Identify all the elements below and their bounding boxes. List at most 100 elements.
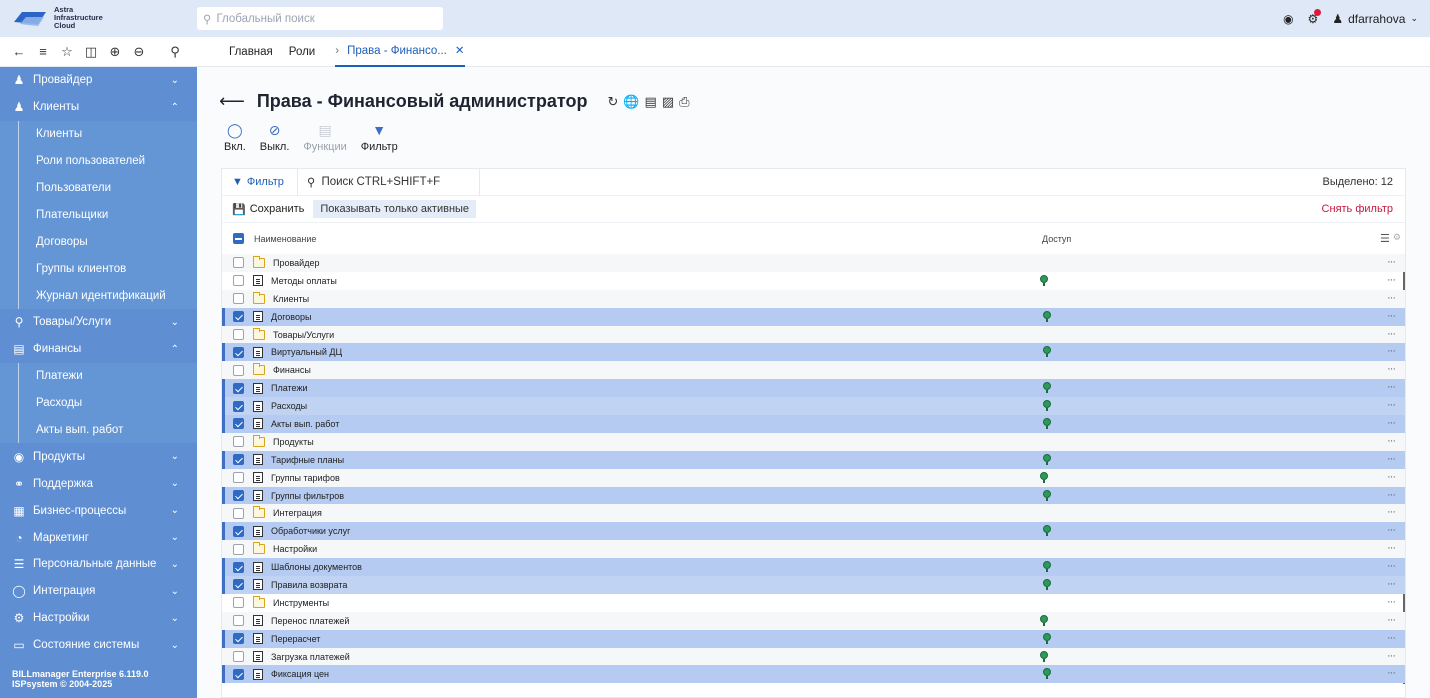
globe-icon[interactable]: 🌐 bbox=[623, 94, 639, 110]
table-row[interactable]: Методы оплаты ··· bbox=[222, 272, 1405, 290]
row-menu-icon[interactable]: ··· bbox=[1387, 292, 1396, 304]
row-checkbox[interactable] bbox=[233, 651, 244, 663]
action-button[interactable]: ◯ Вкл. bbox=[224, 122, 246, 153]
sidebar-item[interactable]: ☰ Персональные данные ⌄ bbox=[0, 551, 197, 578]
row-menu-icon[interactable]: ··· bbox=[1387, 453, 1396, 465]
row-menu-icon[interactable]: ··· bbox=[1387, 417, 1396, 429]
table-row[interactable]: Шаблоны документов ··· bbox=[222, 558, 1405, 577]
sidebar-subitem[interactable]: Плательщики bbox=[0, 201, 197, 229]
row-checkbox[interactable] bbox=[233, 275, 244, 287]
row-menu-icon[interactable]: ··· bbox=[1387, 435, 1396, 447]
close-icon[interactable]: ✕ bbox=[455, 36, 465, 66]
table-row[interactable]: Группы фильтров ··· bbox=[222, 486, 1405, 505]
row-menu-icon[interactable]: ··· bbox=[1387, 256, 1396, 268]
tree-icon[interactable]: ≡ bbox=[36, 44, 50, 59]
row-checkbox[interactable] bbox=[233, 633, 244, 645]
row-menu-icon[interactable]: ··· bbox=[1387, 363, 1396, 375]
table-row[interactable]: Продукты ··· bbox=[222, 432, 1405, 451]
save-button[interactable]: 💾 Сохранить bbox=[232, 203, 304, 216]
row-menu-icon[interactable]: ··· bbox=[1387, 614, 1396, 626]
sidebar-item[interactable]: ◉ Продукты ⌄ bbox=[0, 443, 197, 470]
settings-icon[interactable]: ⚙ bbox=[1393, 232, 1401, 245]
clear-filter-link[interactable]: Снять фильтр bbox=[1322, 203, 1393, 215]
sidebar-item[interactable]: ◯ Интеграция ⌄ bbox=[0, 578, 197, 605]
row-checkbox[interactable] bbox=[233, 472, 244, 484]
row-checkbox[interactable] bbox=[233, 579, 244, 591]
brand-logo[interactable]: Astra Infrastructure Cloud bbox=[12, 6, 103, 30]
action-button[interactable]: ▼ Фильтр bbox=[361, 122, 398, 153]
sidebar-subitem[interactable]: Журнал идентификаций bbox=[0, 282, 197, 310]
action-button[interactable]: ⊘ Выкл. bbox=[260, 122, 290, 153]
table-row[interactable]: Клиенты ··· bbox=[222, 289, 1405, 308]
sidebar-subitem[interactable]: Клиенты bbox=[0, 120, 197, 148]
back-arrow-icon[interactable]: ⟵ bbox=[219, 91, 245, 112]
expand-all-icon[interactable]: ⊕ bbox=[108, 44, 122, 60]
tab-home[interactable]: Главная bbox=[229, 46, 273, 58]
row-menu-icon[interactable]: ··· bbox=[1387, 489, 1396, 501]
sidebar-item[interactable]: ▦ Бизнес-процессы ⌄ bbox=[0, 497, 197, 524]
collapse-all-icon[interactable]: ⊖ bbox=[132, 44, 146, 60]
row-checkbox[interactable] bbox=[233, 329, 244, 340]
table-row[interactable]: Правила возврата ··· bbox=[222, 576, 1405, 594]
row-checkbox[interactable] bbox=[233, 507, 244, 519]
row-menu-icon[interactable]: ··· bbox=[1387, 650, 1396, 662]
row-menu-icon[interactable]: ··· bbox=[1387, 471, 1396, 483]
row-menu-icon[interactable]: ··· bbox=[1387, 542, 1396, 554]
row-checkbox[interactable] bbox=[233, 436, 244, 448]
row-menu-icon[interactable]: ··· bbox=[1387, 596, 1396, 608]
row-checkbox[interactable] bbox=[233, 400, 244, 412]
table-row[interactable]: Товары/Услуги ··· bbox=[222, 325, 1405, 344]
table-row[interactable]: Обработчики услуг ··· bbox=[222, 522, 1405, 541]
row-menu-icon[interactable]: ··· bbox=[1387, 274, 1396, 286]
table-row[interactable]: Провайдер ··· bbox=[222, 254, 1405, 272]
table-row[interactable]: Тарифные планы ··· bbox=[222, 450, 1405, 469]
table-row[interactable]: Виртуальный ДЦ ··· bbox=[222, 343, 1405, 362]
active-filter-chip[interactable]: Показывать только активные bbox=[313, 200, 477, 218]
table-search-input[interactable]: ⚲ Поиск CTRL+SHIFT+F bbox=[297, 168, 480, 196]
row-menu-icon[interactable]: ··· bbox=[1387, 560, 1396, 572]
column-access-header[interactable]: Доступ bbox=[1042, 234, 1071, 244]
row-menu-icon[interactable]: ··· bbox=[1387, 632, 1396, 644]
row-checkbox[interactable] bbox=[233, 382, 244, 394]
tab-rights-active[interactable]: › Права - Финансо... ✕ bbox=[335, 36, 465, 67]
sidebar-subitem[interactable]: Расходы bbox=[0, 389, 197, 417]
columns-menu-icon[interactable]: ☰ bbox=[1380, 232, 1390, 245]
row-menu-icon[interactable]: ··· bbox=[1387, 578, 1396, 590]
select-all-checkbox[interactable] bbox=[233, 233, 244, 244]
row-checkbox[interactable] bbox=[233, 490, 244, 502]
sidebar-item[interactable]: ♟ Клиенты ⌃ bbox=[0, 94, 197, 121]
sidebar-item[interactable]: ⚭ Поддержка ⌄ bbox=[0, 470, 197, 497]
row-checkbox[interactable] bbox=[233, 525, 244, 537]
sidebar-subitem[interactable]: Группы клиентов bbox=[0, 255, 197, 283]
table-row[interactable]: Группы тарифов ··· bbox=[222, 468, 1405, 487]
briefcase-icon[interactable]: ◫ bbox=[84, 44, 98, 60]
sidebar-item[interactable]: ▤ Финансы ⌃ bbox=[0, 336, 197, 363]
table-row[interactable]: Настройки ··· bbox=[222, 540, 1405, 559]
row-menu-icon[interactable]: ··· bbox=[1387, 345, 1396, 357]
back-icon[interactable]: ← bbox=[12, 44, 26, 59]
row-menu-icon[interactable]: ··· bbox=[1387, 506, 1396, 518]
row-menu-icon[interactable]: ··· bbox=[1387, 667, 1396, 679]
row-menu-icon[interactable]: ··· bbox=[1387, 399, 1396, 411]
row-checkbox[interactable] bbox=[233, 293, 244, 305]
sidebar-subitem[interactable]: Акты вып. работ bbox=[0, 416, 197, 444]
tab-roles[interactable]: Роли bbox=[289, 46, 315, 58]
sidebar-subitem[interactable]: Договоры bbox=[0, 228, 197, 256]
table-row[interactable]: Интеграция ··· bbox=[222, 504, 1405, 523]
sidebar-subitem[interactable]: Пользователи bbox=[0, 174, 197, 202]
print-icon[interactable]: ⎙ bbox=[679, 94, 689, 110]
row-checkbox[interactable] bbox=[233, 668, 244, 680]
row-checkbox[interactable] bbox=[233, 615, 244, 627]
global-search-input[interactable]: ⚲ Глобальный поиск bbox=[197, 7, 443, 30]
row-checkbox[interactable] bbox=[233, 597, 244, 609]
row-menu-icon[interactable]: ··· bbox=[1387, 310, 1396, 322]
table-row[interactable]: Перенос платежей ··· bbox=[222, 611, 1405, 630]
row-checkbox[interactable] bbox=[233, 561, 244, 573]
sidebar-item[interactable]: ⚙ Настройки ⌄ bbox=[0, 605, 197, 632]
row-checkbox[interactable] bbox=[233, 257, 244, 269]
refresh-icon[interactable]: ↻ bbox=[607, 94, 618, 110]
row-checkbox[interactable] bbox=[233, 454, 244, 466]
table-row[interactable]: Загрузка платежей ··· bbox=[222, 647, 1405, 666]
table-row[interactable]: Договоры ··· bbox=[222, 307, 1405, 326]
row-menu-icon[interactable]: ··· bbox=[1387, 328, 1396, 340]
